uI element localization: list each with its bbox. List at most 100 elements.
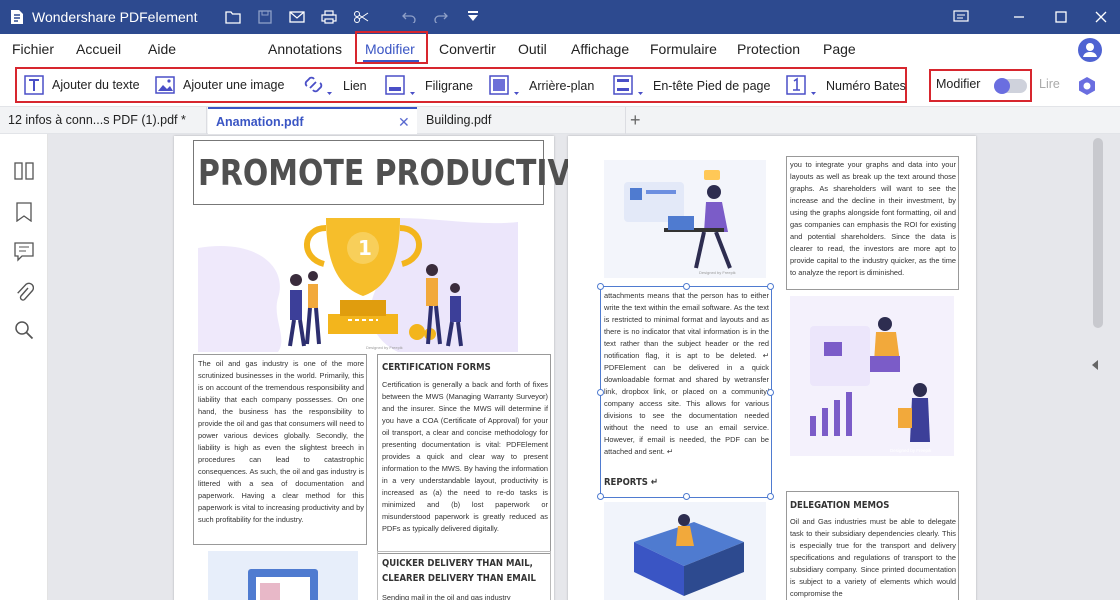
app-logo-icon (8, 8, 26, 26)
quick-delivery-heading: QUICKER DELIVERY THAN MAIL, CLEARER DELI… (382, 558, 536, 584)
quick-delivery-paragraph: Sending mail in the oil and gas industry (382, 593, 511, 600)
background-button[interactable]: Arrière-plan (489, 75, 594, 97)
link-icon (304, 76, 332, 95)
save-icon[interactable] (256, 8, 274, 26)
resize-handle[interactable] (767, 389, 774, 396)
col1-paragraph: The oil and gas industry is one of the m… (198, 359, 364, 524)
resize-handle[interactable] (767, 283, 774, 290)
designed-by-text: Designed by Freepik (890, 448, 932, 453)
graphs-paragraph: you to integrate your graphs and data in… (790, 160, 956, 277)
title-box[interactable]: PROMOTE PRODUCTIVITY (193, 140, 624, 205)
menu-bar: Fichier Accueil Aide Annotations Modifie… (0, 31, 1120, 64)
add-text-label: Ajouter du texte (52, 78, 140, 92)
page-right: Designed by Freepik you to integrate you… (568, 136, 976, 600)
attachment-icon[interactable] (14, 282, 35, 309)
resize-handle[interactable] (597, 493, 604, 500)
delegation-text-box[interactable]: DELEGATION MEMOS Oil and Gas industries … (786, 491, 959, 600)
server-illustration[interactable] (604, 502, 766, 600)
doc-tab-label: Building.pdf (426, 113, 492, 127)
edit-toolbar: Ajouter du texte Ajouter une image Lien … (0, 64, 1120, 106)
quick-access-dropdown-icon[interactable] (464, 8, 482, 26)
doc-tab-label: 12 infos à conn...s PDF (1).pdf * (8, 113, 186, 127)
col2-text-box[interactable]: CERTIFICATION FORMS Certification is gen… (377, 354, 551, 554)
tab-annotations[interactable]: Annotations (268, 41, 342, 57)
feedback-icon[interactable] (952, 8, 970, 26)
undo-icon[interactable] (400, 8, 418, 26)
menu-fichier[interactable]: Fichier (12, 41, 54, 57)
add-image-button[interactable]: Ajouter une image (155, 75, 284, 95)
document-workspace: PROMOTE PRODUCTIVITY 1 Designed by Freep… (48, 134, 1120, 600)
link-button[interactable]: Lien (303, 75, 367, 97)
header-footer-icon (613, 75, 643, 95)
tab-outil[interactable]: Outil (518, 41, 547, 57)
designed-by-text: Designed by Freepik (699, 270, 736, 275)
designed-by-text: Designed by Freepik (366, 345, 403, 350)
add-image-icon (155, 76, 175, 94)
doc-tab-label: Anamation.pdf (216, 115, 304, 129)
edit-mode-toggle[interactable] (994, 78, 1027, 94)
comment-icon[interactable] (14, 242, 34, 267)
growth-chart-illustration[interactable]: Designed by Freepik (790, 296, 954, 456)
add-text-icon (24, 75, 44, 95)
delegation-paragraph: Oil and Gas industries must be able to d… (790, 517, 956, 598)
doc-tab-anamation[interactable]: Anamation.pdf ✕ (208, 107, 417, 134)
tab-formulaire[interactable]: Formulaire (650, 41, 717, 57)
collapse-right-panel-arrow-icon[interactable] (1092, 360, 1098, 370)
user-avatar-icon[interactable] (1078, 38, 1102, 62)
close-tab-icon[interactable]: ✕ (398, 109, 410, 136)
search-icon[interactable] (14, 320, 34, 345)
invoice-illustration[interactable] (198, 551, 364, 600)
maximize-icon[interactable] (1052, 8, 1070, 26)
watermark-button[interactable]: Filigrane (385, 75, 473, 97)
doc-tab-12-infos[interactable]: 12 infos à conn...s PDF (1).pdf * (0, 107, 207, 134)
tab-page[interactable]: Page (823, 41, 856, 57)
scissors-icon[interactable] (352, 8, 370, 26)
resize-handle[interactable] (683, 283, 690, 290)
ai-hexagon-icon[interactable] (1077, 76, 1097, 101)
email-icon[interactable] (288, 8, 306, 26)
tab-affichage[interactable]: Affichage (571, 41, 629, 57)
title-bar: Wondershare PDFelement (0, 0, 1120, 34)
tab-protection[interactable]: Protection (737, 41, 800, 57)
delegation-heading: DELEGATION MEMOS (790, 500, 890, 511)
header-footer-label: En-tête Pied de page (653, 79, 771, 93)
thumbnails-icon[interactable] (14, 162, 34, 185)
open-folder-icon[interactable] (224, 8, 242, 26)
edit-mode-label: Modifier (936, 77, 981, 91)
bates-number-button[interactable]: Numéro Bates (786, 75, 906, 97)
selected-text-box[interactable]: attachments means that the person has to… (597, 283, 774, 500)
reports-heading: REPORTS ↵ (604, 477, 658, 488)
add-image-label: Ajouter une image (183, 78, 285, 92)
background-icon (489, 75, 519, 95)
read-mode-label[interactable]: Lire (1039, 77, 1060, 91)
bookmark-icon[interactable] (16, 202, 32, 227)
right-top-text-box[interactable]: you to integrate your graphs and data in… (786, 156, 959, 290)
watermark-icon (385, 75, 415, 95)
vertical-scrollbar-thumb[interactable] (1093, 138, 1103, 328)
tab-modifier[interactable]: Modifier (365, 41, 415, 57)
col1-text-box[interactable]: The oil and gas industry is one of the m… (193, 354, 367, 545)
menu-aide[interactable]: Aide (148, 41, 176, 57)
resize-handle[interactable] (683, 493, 690, 500)
trophy-illustration[interactable]: 1 Designed by Freepik (198, 208, 544, 352)
certification-heading: CERTIFICATION FORMS (382, 362, 491, 373)
trophy-number: 1 (358, 236, 372, 260)
redo-icon[interactable] (432, 8, 450, 26)
close-icon[interactable] (1092, 8, 1110, 26)
doc-tab-building[interactable]: Building.pdf (418, 107, 626, 134)
resize-handle[interactable] (597, 283, 604, 290)
tab-convertir[interactable]: Convertir (439, 41, 496, 57)
new-tab-plus-icon[interactable]: + (630, 110, 641, 131)
resize-handle[interactable] (767, 493, 774, 500)
minimize-icon[interactable] (1010, 8, 1028, 26)
certification-paragraph: Certification is generally a back and fo… (382, 380, 548, 533)
header-footer-button[interactable]: En-tête Pied de page (613, 75, 770, 97)
print-icon[interactable] (320, 8, 338, 26)
add-text-button[interactable]: Ajouter du texte (24, 75, 140, 95)
background-label: Arrière-plan (529, 79, 595, 93)
col2-lower-text-box[interactable]: QUICKER DELIVERY THAN MAIL, CLEARER DELI… (377, 551, 551, 600)
left-sidebar (0, 134, 56, 600)
laptop-woman-illustration[interactable]: Designed by Freepik (604, 160, 766, 278)
menu-accueil[interactable]: Accueil (76, 41, 121, 57)
resize-handle[interactable] (597, 389, 604, 396)
